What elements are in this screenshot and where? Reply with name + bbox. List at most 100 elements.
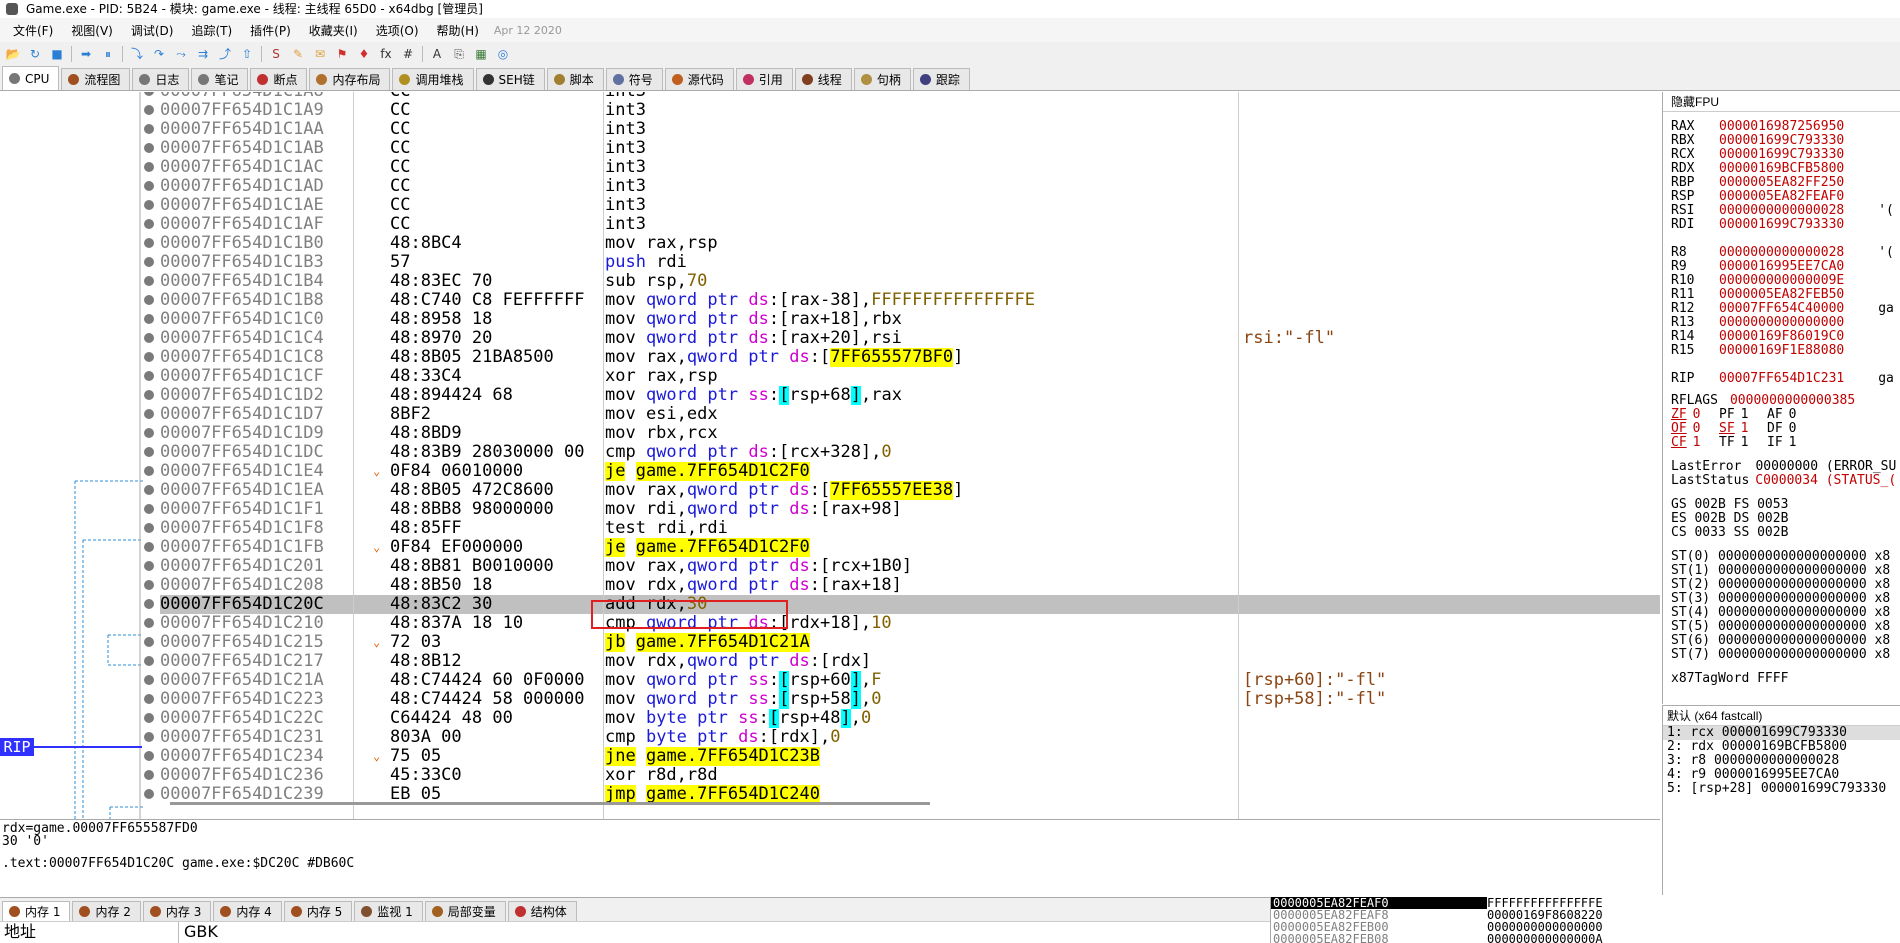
run-to-user-code-icon[interactable]: ⇧ xyxy=(236,44,258,64)
register-row[interactable]: RAX 0000016987256950 xyxy=(1671,120,1878,134)
breakpoint-dot[interactable] xyxy=(144,409,154,419)
breakpoint-dot[interactable] xyxy=(144,371,154,381)
flag-cf[interactable]: CF 1 xyxy=(1671,436,1719,450)
register-row[interactable]: RIP 00007FF654D1C231 ga xyxy=(1671,372,1894,386)
register-row[interactable]: R12 00007FF654C40000 ga xyxy=(1671,302,1894,316)
disasm-row[interactable]: 00007FF654D1C1C8 48:8B05 21BA8500 mov rax,… xyxy=(160,348,1660,367)
disasm-row[interactable]: 00007FF654D1C1B8 48:C740 C8 FEFFFFFF mov q… xyxy=(160,291,1660,310)
hash-icon[interactable]: # xyxy=(397,44,419,64)
breakpoint-dot[interactable] xyxy=(144,257,154,267)
fpu-register-row[interactable]: ST(0) 0000000000000000000 x8 xyxy=(1671,550,1890,564)
breakpoint-dot[interactable] xyxy=(144,352,154,362)
breakpoint-dot[interactable] xyxy=(144,789,154,799)
argument-row[interactable]: 5: [rsp+28] 000001699C793330 xyxy=(1663,782,1900,796)
breakpoint-dot[interactable] xyxy=(144,295,154,305)
disasm-row[interactable]: 00007FF654D1C234 ⌄ 75 05 jne game.7FF654D1C… xyxy=(160,747,1660,766)
flag-df[interactable]: DF 0 xyxy=(1767,422,1815,436)
register-row[interactable]: RDX 00000169BCFB5800 xyxy=(1671,162,1878,176)
horizontal-scrollbar[interactable] xyxy=(160,801,1660,807)
register-row[interactable]: R14 00000169F86019C0 xyxy=(1671,330,1878,344)
flag-tf[interactable]: TF 1 xyxy=(1719,436,1767,450)
disasm-row[interactable]: 00007FF654D1C1B3 57 push rdi xyxy=(160,253,1660,272)
argument-row[interactable]: 4: r9 0000016995EE7CA0 xyxy=(1663,768,1900,782)
run-icon[interactable]: ➡ xyxy=(75,44,97,64)
register-row[interactable]: R13 0000000000000000 xyxy=(1671,316,1878,330)
tab-item[interactable]: 线程 xyxy=(794,68,852,90)
register-value[interactable]: 00000169BCFB5800 xyxy=(1719,161,1844,176)
register-row[interactable]: RDI 000001699C793330 xyxy=(1671,218,1878,232)
rflags-row[interactable]: RFLAGS 0000000000000385 xyxy=(1671,394,1855,408)
disasm-row[interactable]: 00007FF654D1C1F1 48:8BB8 98000000 mov rdi,… xyxy=(160,500,1660,519)
dump-tab[interactable]: 内存 5 xyxy=(283,901,353,921)
scylla-icon[interactable]: S xyxy=(265,44,287,64)
breakpoint-dot[interactable] xyxy=(144,713,154,723)
stack-view[interactable]: 0000005EA82FEAF0 FFFFFFFFFFFFFFFE 0000005E… xyxy=(1270,897,1900,943)
disassembly-view[interactable]: 00007FF654D1C1A8CCint3 00007FF654D1C1A9C… xyxy=(160,92,1660,819)
breakpoint-dot[interactable] xyxy=(144,238,154,248)
disasm-row[interactable]: 00007FF654D1C1EA 48:8B05 472C8600 mov rax,… xyxy=(160,481,1660,500)
disasm-row[interactable]: 00007FF654D1C201 48:8B81 B0010000 mov rax,… xyxy=(160,557,1660,576)
tab-item[interactable]: 句柄 xyxy=(853,68,911,90)
tab-item[interactable]: 脚本 xyxy=(546,68,604,90)
tab-item[interactable]: 调用堆栈 xyxy=(392,68,474,90)
disasm-row[interactable]: 00007FF654D1C223 48:C74424 58 000000 mov q… xyxy=(160,690,1660,709)
register-value[interactable]: 0000016987256950 xyxy=(1719,119,1844,134)
stack-row[interactable]: 0000005EA82FEB08 000000000000000A xyxy=(1271,933,1900,943)
register-row[interactable]: RSP 0000005EA82FEAF0 xyxy=(1671,190,1878,204)
registers-panel[interactable]: 隐藏FPU RAX 0000016987256950 RBX 000001699C79… xyxy=(1662,92,1900,704)
menu-item[interactable]: 追踪(T) xyxy=(182,22,241,39)
breakpoint-dot[interactable] xyxy=(144,333,154,343)
breakpoint-dot[interactable] xyxy=(144,200,154,210)
tab-item[interactable]: 内存布局 xyxy=(309,68,391,90)
disasm-row[interactable]: 00007FF654D1C1A9 CC int3 xyxy=(160,101,1660,120)
disasm-row[interactable]: 00007FF654D1C215 ⌄ 72 03 jb game.7FF654D1C2… xyxy=(160,633,1660,652)
hide-fpu-toggle[interactable]: 隐藏FPU xyxy=(1663,92,1900,112)
disasm-row[interactable]: 00007FF654D1C1AB CC int3 xyxy=(160,139,1660,158)
disasm-row[interactable]: 00007FF654D1C1AC CC int3 xyxy=(160,158,1660,177)
tab-item[interactable]: 流程图 xyxy=(61,68,131,90)
disasm-row[interactable]: 00007FF654D1C1A8 CCint3 xyxy=(160,92,1660,101)
breakpoint-dot[interactable] xyxy=(144,143,154,153)
breakpoint-dot[interactable] xyxy=(144,599,154,609)
breakpoint-dot[interactable] xyxy=(144,485,154,495)
breakpoint-dot[interactable] xyxy=(144,504,154,514)
step-over-icon[interactable]: ↷ xyxy=(148,44,170,64)
tab-cpu[interactable]: CPU xyxy=(2,66,60,90)
breakpoint-dot[interactable] xyxy=(144,466,154,476)
register-row[interactable]: RCX 000001699C793330 xyxy=(1671,148,1878,162)
register-value[interactable]: 0000000000000028 xyxy=(1719,203,1844,218)
register-value[interactable]: 000001699C793330 xyxy=(1719,133,1844,148)
flag-of[interactable]: OF 0 xyxy=(1671,422,1719,436)
fpu-register-row[interactable]: ST(1) 0000000000000000000 x8 xyxy=(1671,564,1890,578)
register-row[interactable]: R11 0000005EA82FEB50 xyxy=(1671,288,1878,302)
disasm-row[interactable]: 00007FF654D1C1E4 ⌄ 0F84 06010000 je game.7F… xyxy=(160,462,1660,481)
tab-item[interactable]: 引用 xyxy=(735,68,793,90)
breakpoint-dot[interactable] xyxy=(144,428,154,438)
rflags-value[interactable]: 0000000000000385 xyxy=(1730,393,1855,408)
copy-icon[interactable]: ⎘ xyxy=(448,44,470,64)
memory-dump[interactable]: 地址 GBK xyxy=(0,921,1270,943)
register-row[interactable]: R10 000000000000009E xyxy=(1671,274,1878,288)
register-row[interactable]: R8 0000000000000028 '( xyxy=(1671,246,1894,260)
restart-icon[interactable]: ↻ xyxy=(24,44,46,64)
register-value[interactable]: 0000000000000000 xyxy=(1719,315,1844,330)
register-row[interactable]: R15 00000169F1E88080 xyxy=(1671,344,1878,358)
disasm-row[interactable]: 00007FF654D1C236 45:33C0 xor r8d,r8d xyxy=(160,766,1660,785)
menu-item[interactable]: 帮助(H) xyxy=(428,22,488,39)
breakpoint-dot[interactable] xyxy=(144,732,154,742)
dump-tab[interactable]: 结构体 xyxy=(507,901,577,921)
fpu-register-row[interactable]: ST(2) 0000000000000000000 x8 xyxy=(1671,578,1890,592)
register-row[interactable]: RBX 000001699C793330 xyxy=(1671,134,1878,148)
breakpoint-dot[interactable] xyxy=(144,656,154,666)
register-value[interactable]: 0000016995EE7CA0 xyxy=(1719,259,1844,274)
breakpoint-dot[interactable] xyxy=(144,276,154,286)
breakpoint-dot[interactable] xyxy=(144,770,154,780)
tab-item[interactable]: 符号 xyxy=(605,68,663,90)
menu-item[interactable]: 调试(D) xyxy=(122,22,183,39)
argument-row[interactable]: 3: r8 0000000000000028 xyxy=(1663,754,1900,768)
breakpoint-dot[interactable] xyxy=(144,219,154,229)
argument-row[interactable]: 1: rcx 000001699C793330 xyxy=(1663,726,1900,740)
bookmark-icon[interactable]: ♦ xyxy=(353,44,375,64)
menu-item[interactable]: 插件(P) xyxy=(241,22,300,39)
execute-till-return-icon[interactable]: ⤴ xyxy=(214,44,236,64)
